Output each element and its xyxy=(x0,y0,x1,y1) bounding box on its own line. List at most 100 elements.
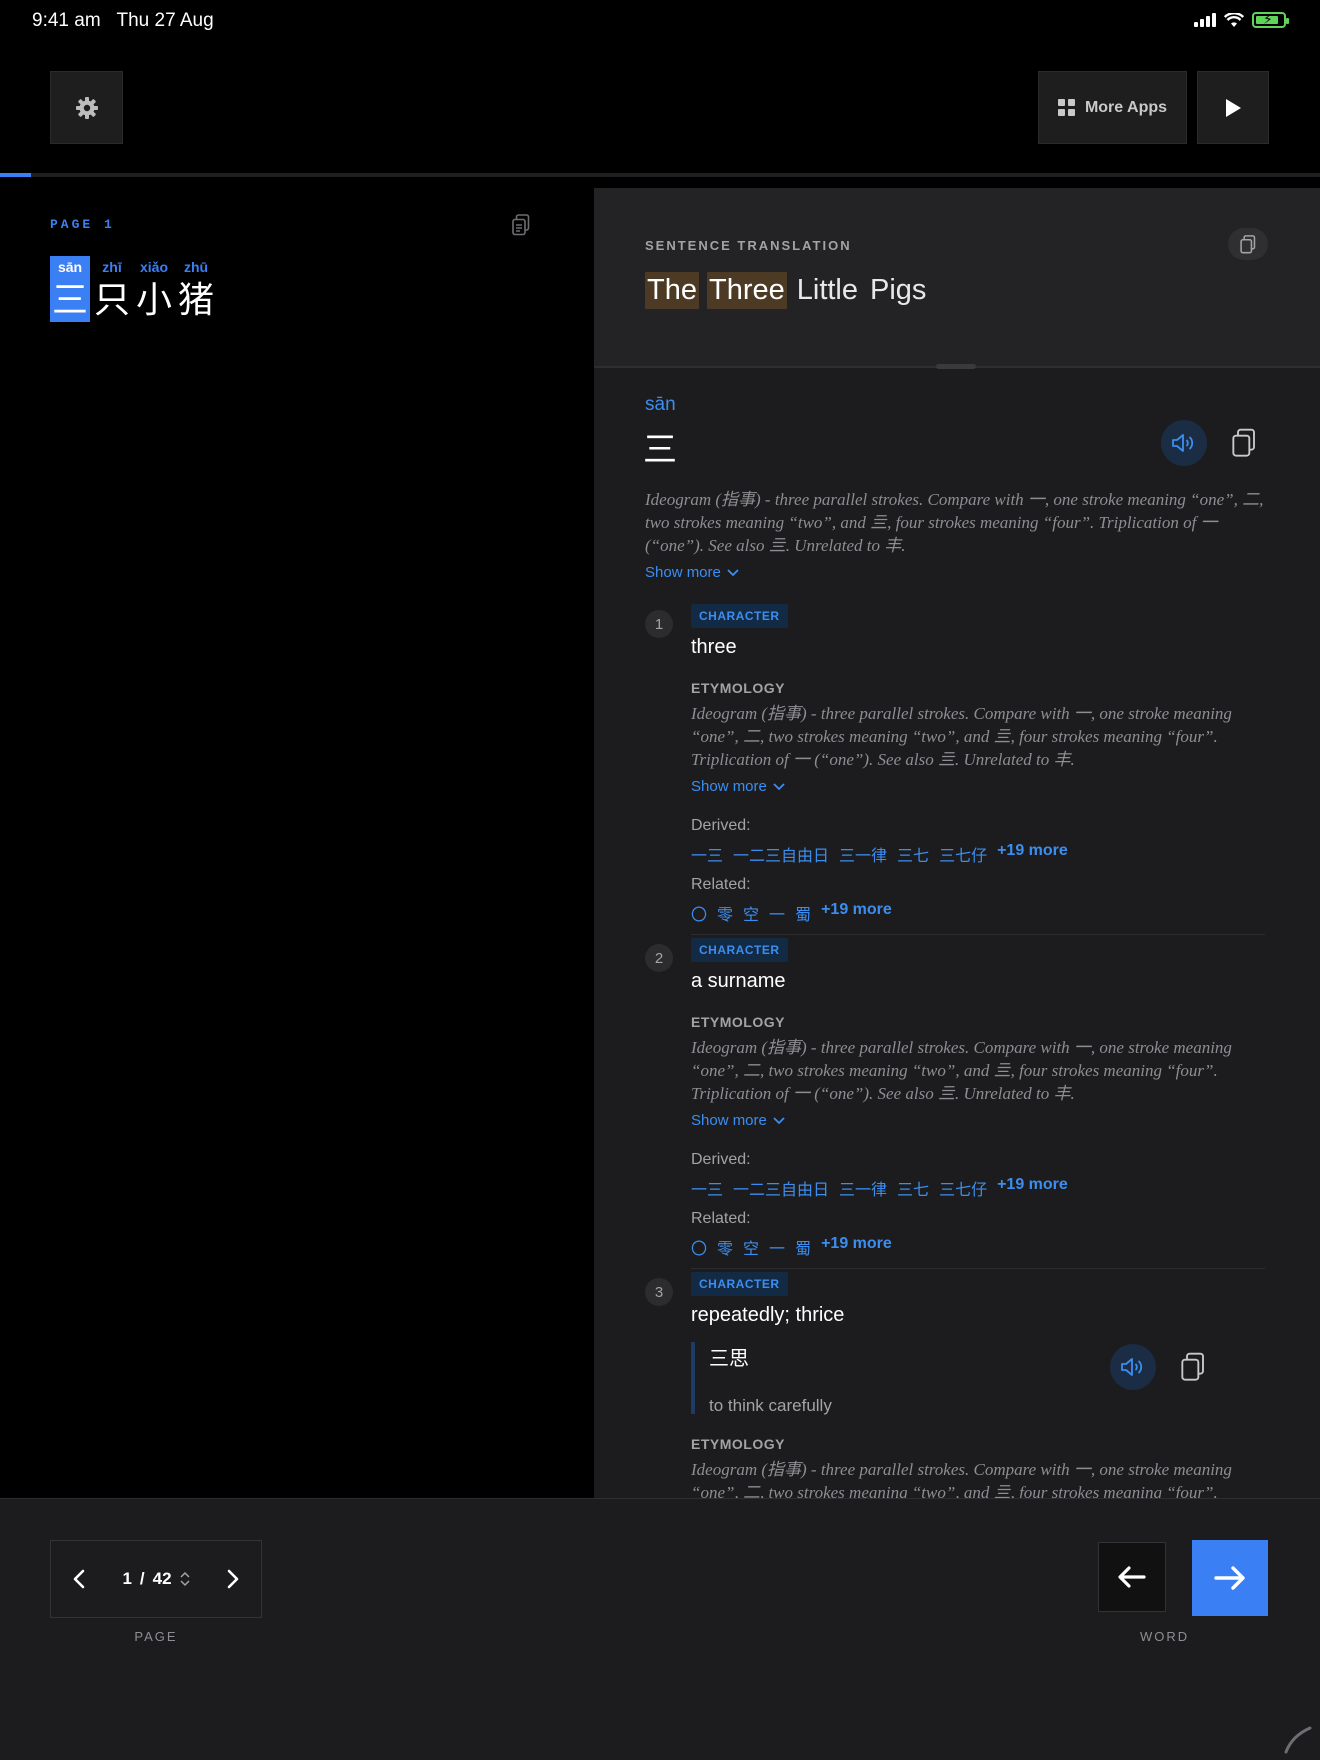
gear-icon xyxy=(75,96,98,119)
related-link[interactable]: 蜀 xyxy=(795,1235,811,1259)
sense-tag: CHARACTER xyxy=(691,1272,788,1296)
chevron-down-icon xyxy=(773,782,785,790)
show-more-link[interactable]: Show more xyxy=(691,778,785,795)
derived-link[interactable]: 三七仔 xyxy=(939,842,987,866)
translation-text: The Three Little Pigs xyxy=(645,272,928,309)
related-link[interactable]: 〇 xyxy=(691,901,707,925)
etymology-label: ETYMOLOGY xyxy=(691,1014,785,1030)
arrow-left-icon xyxy=(1118,1566,1146,1588)
sense-tag: CHARACTER xyxy=(691,604,788,628)
sense-meaning: repeatedly; thrice xyxy=(691,1304,845,1326)
chevron-down-icon xyxy=(773,1116,785,1124)
copy-example-button[interactable] xyxy=(1173,1344,1213,1390)
character-token[interactable]: zhū 猪 xyxy=(176,256,216,322)
play-button[interactable] xyxy=(1197,71,1269,144)
drag-handle[interactable] xyxy=(936,364,976,369)
word-caption: WORD xyxy=(1140,1629,1190,1644)
character-pinyin: zhū xyxy=(183,259,209,275)
character-pinyin: xiǎo xyxy=(139,259,168,275)
bottom-navigation-bar: 1 / 42 PAGE WORD xyxy=(0,1498,1320,1760)
previous-word-button[interactable] xyxy=(1098,1542,1166,1612)
character-hanzi: 小 xyxy=(135,279,172,320)
related-link[interactable]: 一 xyxy=(769,901,785,925)
derived-link[interactable]: 一二三自由日 xyxy=(733,1176,829,1200)
translation-word: Pigs xyxy=(870,274,927,306)
copy-page-button[interactable] xyxy=(512,214,530,241)
derived-link[interactable]: 一二三自由日 xyxy=(733,842,829,866)
sense-tag: CHARACTER xyxy=(691,938,788,962)
etymology-label: ETYMOLOGY xyxy=(691,680,785,696)
character-hanzi: 猪 xyxy=(177,279,214,320)
related-link[interactable]: 一 xyxy=(769,1235,785,1259)
play-icon xyxy=(1226,98,1241,117)
derived-link[interactable]: 三七仔 xyxy=(939,1176,987,1200)
previous-page-button[interactable] xyxy=(51,1540,107,1618)
copy-translation-button[interactable] xyxy=(1228,228,1268,260)
derived-more-link[interactable]: +19 more xyxy=(997,1176,1068,1200)
related-link[interactable]: 〇 xyxy=(691,1235,707,1259)
play-example-audio-button[interactable] xyxy=(1110,1344,1156,1390)
related-more-link[interactable]: +19 more xyxy=(821,901,892,925)
word-etymology: Ideogram (指事) - three parallel strokes. … xyxy=(645,490,1264,555)
etymology-text: Ideogram (指事) - three parallel strokes. … xyxy=(691,1460,1232,1498)
word-hanzi: 三 xyxy=(643,431,677,469)
show-more-link[interactable]: Show more xyxy=(645,564,739,581)
copy-word-button[interactable] xyxy=(1224,420,1264,466)
speaker-icon xyxy=(1121,1358,1143,1376)
settings-button[interactable] xyxy=(50,71,123,144)
next-word-button[interactable] xyxy=(1192,1540,1268,1616)
status-time-text: 9:41 am xyxy=(32,10,101,31)
related-more-link[interactable]: +19 more xyxy=(821,1235,892,1259)
chevron-down-icon xyxy=(727,568,739,576)
etymology-text: Ideogram (指事) - three parallel strokes. … xyxy=(691,704,1232,769)
copy-icon xyxy=(1232,428,1255,457)
related-link[interactable]: 蜀 xyxy=(795,901,811,925)
pencil-stroke-icon xyxy=(1284,1726,1312,1754)
chevron-left-icon xyxy=(73,1569,85,1589)
copy-icon xyxy=(1240,234,1256,253)
translation-card: SENTENCE TRANSLATION The Three Little Pi… xyxy=(594,188,1320,368)
derived-link[interactable]: 一三 xyxy=(691,1176,723,1200)
battery-icon: ⚡ xyxy=(1252,11,1289,28)
character-token[interactable]: xiǎo 小 xyxy=(134,256,174,322)
example-hanzi: 三思 xyxy=(709,1348,749,1370)
derived-more-link[interactable]: +19 more xyxy=(997,842,1068,866)
dictionary-panel: SENTENCE TRANSLATION The Three Little Pi… xyxy=(594,188,1320,1498)
next-page-button[interactable] xyxy=(205,1540,261,1618)
related-link[interactable]: 空 xyxy=(743,901,759,925)
sense-entry: 3 CHARACTER repeatedly; thrice 三思 to thi… xyxy=(645,1272,1265,1498)
pager-caption: PAGE xyxy=(134,1629,178,1644)
character-hanzi: 三 xyxy=(51,279,88,320)
character-token[interactable]: zhī 只 xyxy=(92,256,132,322)
translation-word: Little xyxy=(796,274,859,306)
wifi-icon xyxy=(1224,12,1244,27)
copy-icon xyxy=(1181,1352,1204,1381)
show-more-label: Show more xyxy=(691,778,767,795)
related-link[interactable]: 零 xyxy=(717,1235,733,1259)
reading-progress-fill xyxy=(0,173,31,177)
sense-number: 1 xyxy=(645,610,673,638)
sense-number: 2 xyxy=(645,944,673,972)
page-label: PAGE 1 xyxy=(50,217,115,232)
status-icons: ⚡ xyxy=(1194,11,1289,28)
derived-link[interactable]: 三七 xyxy=(897,842,929,866)
derived-link[interactable]: 一三 xyxy=(691,842,723,866)
sense-entry: 2 CHARACTER a surname ETYMOLOGY Ideogram… xyxy=(645,938,1265,1269)
related-link[interactable]: 零 xyxy=(717,901,733,925)
translation-word-highlighted: Three xyxy=(706,272,787,309)
related-link[interactable]: 空 xyxy=(743,1235,759,1259)
more-apps-label: More Apps xyxy=(1084,98,1168,116)
derived-link[interactable]: 三一律 xyxy=(839,842,887,866)
play-audio-button[interactable] xyxy=(1161,420,1207,466)
character-token-active[interactable]: sān 三 xyxy=(50,256,90,322)
sentence-characters: sān 三 zhī 只 xiǎo 小 zhū 猪 xyxy=(50,256,216,322)
character-hanzi: 只 xyxy=(93,279,130,320)
derived-link[interactable]: 三七 xyxy=(897,1176,929,1200)
page-selector[interactable]: 1 / 42 xyxy=(107,1569,205,1589)
derived-link[interactable]: 三一律 xyxy=(839,1176,887,1200)
derived-label: Derived: xyxy=(691,1151,751,1168)
show-more-link[interactable]: Show more xyxy=(691,1112,785,1129)
word-pinyin: sān xyxy=(645,394,676,415)
more-apps-button[interactable]: More Apps xyxy=(1038,71,1187,144)
sense-meaning: three xyxy=(691,636,737,658)
